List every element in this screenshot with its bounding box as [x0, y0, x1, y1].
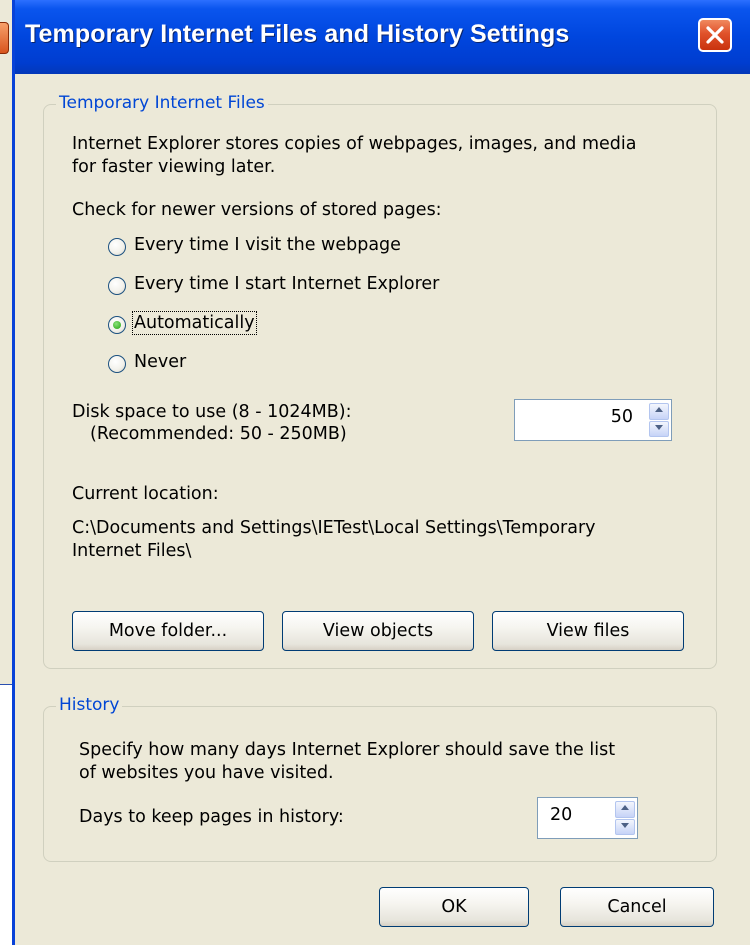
radio-automatically-label[interactable]: Automatically	[132, 311, 257, 335]
disk-space-label: Disk space to use (8 - 1024MB):	[72, 402, 352, 422]
disk-space-down-arrow[interactable]	[649, 420, 669, 437]
radio-button-icon[interactable]	[108, 277, 126, 295]
radio-button-icon[interactable]	[108, 355, 126, 373]
radio-every-start-label[interactable]: Every time I start Internet Explorer	[134, 274, 439, 294]
radio-never-label[interactable]: Never	[134, 352, 186, 372]
spin-arrows-icon[interactable]	[615, 801, 635, 835]
close-icon	[706, 26, 724, 44]
window-title: Temporary Internet Files and History Set…	[25, 20, 570, 48]
days-history-value[interactable]: 20	[550, 805, 572, 825]
spin-arrows-icon[interactable]	[649, 403, 669, 437]
location-path-line1: C:\Documents and Settings\IETest\Local S…	[72, 518, 596, 538]
radio-every-visit-label[interactable]: Every time I visit the webpage	[134, 235, 401, 255]
view-objects-button[interactable]: View objects	[282, 611, 474, 651]
temporary-internet-files-legend: Temporary Internet Files	[56, 93, 268, 113]
days-history-up-arrow[interactable]	[615, 801, 635, 818]
check-newer-label: Check for newer versions of stored pages…	[72, 200, 442, 220]
days-history-spinner[interactable]: 20	[537, 797, 638, 839]
disk-space-up-arrow[interactable]	[649, 403, 669, 420]
title-bar[interactable]: Temporary Internet Files and History Set…	[15, 0, 750, 74]
view-files-button[interactable]: View files	[492, 611, 684, 651]
background-window-icon	[0, 22, 9, 54]
settings-dialog: Temporary Internet Files and History Set…	[12, 0, 750, 945]
days-history-down-arrow[interactable]	[615, 818, 635, 835]
current-location-label: Current location:	[72, 484, 219, 504]
ok-button[interactable]: OK	[379, 887, 529, 927]
cancel-button[interactable]: Cancel	[560, 887, 714, 927]
history-description-line2: of websites you have visited.	[79, 763, 334, 783]
history-description-line1: Specify how many days Internet Explorer …	[79, 740, 616, 760]
temporary-internet-files-group: Temporary Internet Files Internet Explor…	[43, 93, 717, 669]
history-legend: History	[56, 695, 123, 715]
disk-space-value[interactable]: 50	[611, 407, 633, 427]
radio-button-icon[interactable]	[108, 238, 126, 256]
recommended-label: (Recommended: 50 - 250MB)	[90, 424, 347, 444]
tif-description-line1: Internet Explorer stores copies of webpa…	[72, 134, 637, 154]
history-group: History Specify how many days Internet E…	[43, 695, 717, 862]
radio-button-icon[interactable]	[108, 316, 126, 334]
dialog-client-area: Temporary Internet Files Internet Explor…	[15, 74, 750, 945]
move-folder-button[interactable]: Move folder...	[72, 611, 264, 651]
close-button[interactable]	[698, 18, 732, 52]
disk-space-spinner[interactable]: 50	[514, 399, 672, 441]
days-history-label: Days to keep pages in history:	[79, 807, 344, 827]
location-path-line2: Internet Files\	[72, 541, 192, 561]
tif-description-line2: for faster viewing later.	[72, 157, 276, 177]
